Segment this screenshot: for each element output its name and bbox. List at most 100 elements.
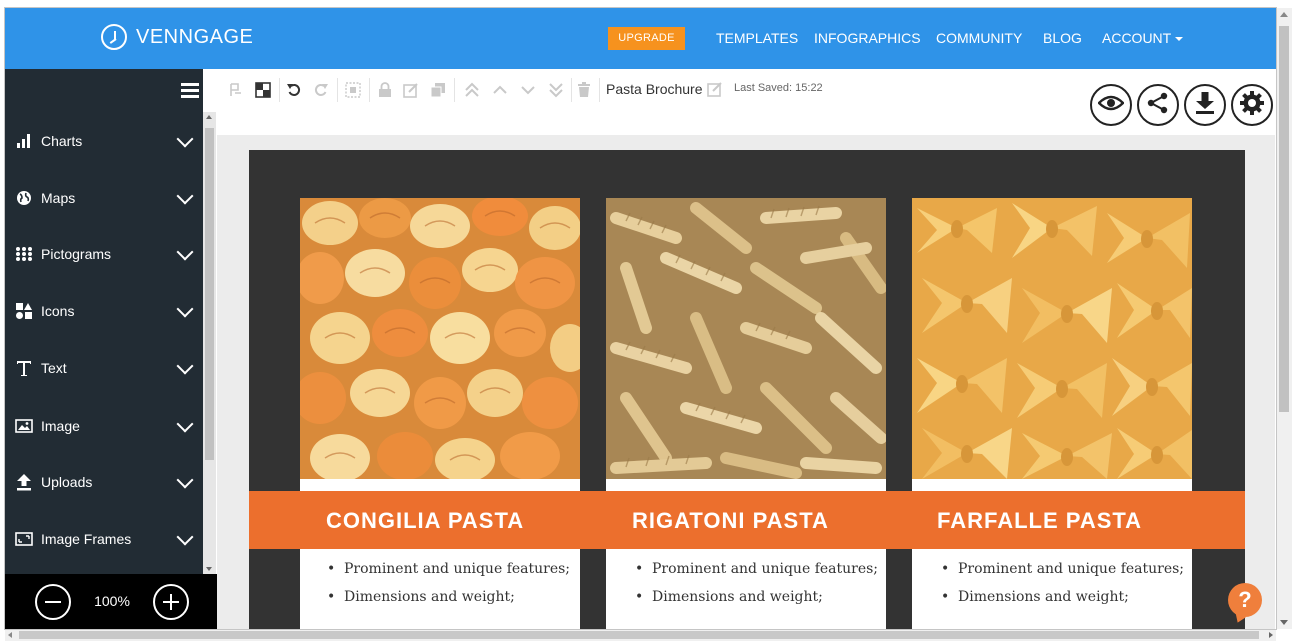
chevron-down-icon	[176, 300, 194, 318]
lock-icon[interactable]	[376, 81, 394, 99]
chevron-down-icon	[176, 415, 194, 433]
top-nav-bar: VENNGAGE UPGRADE TEMPLATES INFOGRAPHICS …	[5, 8, 1276, 69]
clock-logo-icon	[101, 24, 127, 50]
list-item: Dimensions and weight;	[630, 588, 890, 607]
download-button[interactable]	[1184, 84, 1226, 126]
page-vertical-scrollbar[interactable]	[1276, 8, 1292, 629]
bring-to-front-icon[interactable]	[463, 81, 481, 99]
page-horizontal-scrollbar[interactable]	[5, 629, 1276, 641]
rotini-pasta-image[interactable]	[606, 198, 886, 479]
nav-account[interactable]: ACCOUNT	[1102, 30, 1184, 46]
pasta-title-rigatoni[interactable]: RIGATONI PASTA	[632, 508, 829, 534]
sidebar-item-label: Uploads	[41, 474, 93, 490]
pasta-title-farfalle[interactable]: FARFALLE PASTA	[937, 508, 1142, 534]
sidebar-item-image[interactable]: Image	[5, 406, 203, 446]
editor-canvas-area: CONGILIA PASTA RIGATONI PASTA FARFALLE P…	[217, 135, 1275, 629]
document-title[interactable]: Pasta Brochure	[606, 81, 703, 97]
text-icon	[14, 358, 34, 378]
send-to-back-icon[interactable]	[547, 81, 565, 99]
nav-community[interactable]: COMMUNITY	[936, 30, 1022, 46]
send-backward-icon[interactable]	[519, 81, 537, 99]
image-icon	[14, 416, 34, 436]
horizontal-scroll-thumb[interactable]	[19, 631, 1259, 639]
chevron-down-icon	[176, 243, 194, 261]
pasta-brochure-canvas[interactable]: CONGILIA PASTA RIGATONI PASTA FARFALLE P…	[249, 150, 1245, 629]
sidebar-item-charts[interactable]: Charts	[5, 121, 203, 161]
upgrade-button[interactable]: UPGRADE	[608, 27, 685, 50]
toolbar-divider	[279, 78, 280, 102]
sidebar-item-icons[interactable]: Icons	[5, 291, 203, 331]
sidebar: Charts Maps Pictograms Icons Text Image …	[5, 69, 203, 574]
list-item: Prominent and unique features;	[322, 560, 582, 579]
venngage-logo[interactable]: VENNGAGE	[101, 24, 253, 50]
hamburger-menu-icon[interactable]	[181, 83, 199, 99]
upload-icon	[14, 472, 34, 492]
help-button[interactable]: ?	[1228, 583, 1262, 617]
toolbar-divider	[454, 78, 455, 102]
scroll-up-arrow-icon[interactable]	[1280, 12, 1288, 17]
nav-blog[interactable]: BLOG	[1043, 30, 1082, 46]
list-item: Dimensions and weight;	[936, 588, 1196, 607]
trash-icon[interactable]	[575, 81, 593, 99]
share-button[interactable]	[1137, 84, 1179, 126]
zoom-in-button[interactable]	[153, 584, 189, 620]
chevron-down-icon	[176, 187, 194, 205]
download-icon	[1194, 91, 1216, 120]
zoom-controls: 100%	[5, 574, 217, 629]
scroll-up-arrow-icon[interactable]	[206, 115, 212, 119]
scroll-left-arrow-icon[interactable]	[8, 632, 12, 638]
logo-text: VENNGAGE	[136, 25, 254, 48]
image-frame-icon	[14, 529, 34, 549]
list-item: Dimensions and weight;	[322, 588, 582, 607]
nav-templates[interactable]: TEMPLATES	[716, 30, 798, 46]
bar-chart-icon	[14, 131, 34, 151]
sidebar-scrollbar[interactable]	[203, 112, 216, 574]
globe-icon	[14, 188, 34, 208]
edit-box-icon[interactable]	[402, 81, 420, 99]
zoom-out-button[interactable]	[35, 584, 71, 620]
group-icon[interactable]	[344, 81, 362, 99]
gear-icon	[1239, 90, 1265, 121]
scroll-down-arrow-icon[interactable]	[206, 567, 212, 571]
toolbar-divider	[599, 78, 600, 102]
settings-button[interactable]	[1231, 84, 1273, 126]
sidebar-item-maps[interactable]: Maps	[5, 178, 203, 218]
sidebar-item-label: Pictograms	[41, 246, 112, 262]
sidebar-scroll-thumb[interactable]	[205, 128, 214, 460]
nav-infographics[interactable]: INFOGRAPHICS	[814, 30, 921, 46]
bullet-list-conchiglie[interactable]: Prominent and unique features; Dimension…	[322, 560, 582, 616]
checkerboard-icon[interactable]	[254, 81, 272, 99]
paste-style-icon[interactable]	[227, 81, 245, 99]
pasta-title-conchiglie[interactable]: CONGILIA PASTA	[326, 508, 524, 534]
sidebar-item-pictograms[interactable]: Pictograms	[5, 234, 203, 274]
rename-edit-icon[interactable]	[706, 80, 724, 98]
toolbar-divider	[571, 78, 572, 102]
sidebar-item-image-frames[interactable]: Image Frames	[5, 519, 203, 559]
toolbar-divider	[337, 78, 338, 102]
preview-button[interactable]	[1090, 84, 1132, 126]
redo-icon[interactable]	[312, 81, 330, 99]
list-item: Prominent and unique features;	[936, 560, 1196, 579]
sidebar-item-label: Icons	[41, 303, 75, 319]
sidebar-item-uploads[interactable]: Uploads	[5, 462, 203, 502]
farfalle-pasta-image[interactable]	[912, 198, 1192, 479]
undo-icon[interactable]	[285, 81, 303, 99]
sidebar-item-label: Image Frames	[41, 531, 132, 547]
bullet-list-farfalle[interactable]: Prominent and unique features; Dimension…	[936, 560, 1196, 616]
chevron-down-icon	[176, 130, 194, 148]
sidebar-item-label: Image	[41, 418, 80, 434]
scroll-down-arrow-icon[interactable]	[1280, 620, 1288, 625]
duplicate-icon[interactable]	[429, 81, 447, 99]
bullet-list-rigatoni[interactable]: Prominent and unique features; Dimension…	[630, 560, 890, 616]
scroll-right-arrow-icon[interactable]	[1269, 632, 1273, 638]
vertical-scroll-thumb[interactable]	[1279, 26, 1289, 412]
caret-down-icon	[1175, 37, 1184, 42]
conchiglie-pasta-image[interactable]	[300, 198, 580, 479]
editor-toolbar: Pasta Brochure Last Saved: 15:22	[217, 69, 1275, 135]
sidebar-item-text[interactable]: Text	[5, 348, 203, 388]
chevron-down-icon	[176, 357, 194, 375]
toolbar-divider	[369, 78, 370, 102]
account-label: ACCOUNT	[1102, 30, 1172, 46]
bring-forward-icon[interactable]	[491, 81, 509, 99]
pictogram-grid-icon	[14, 244, 34, 264]
